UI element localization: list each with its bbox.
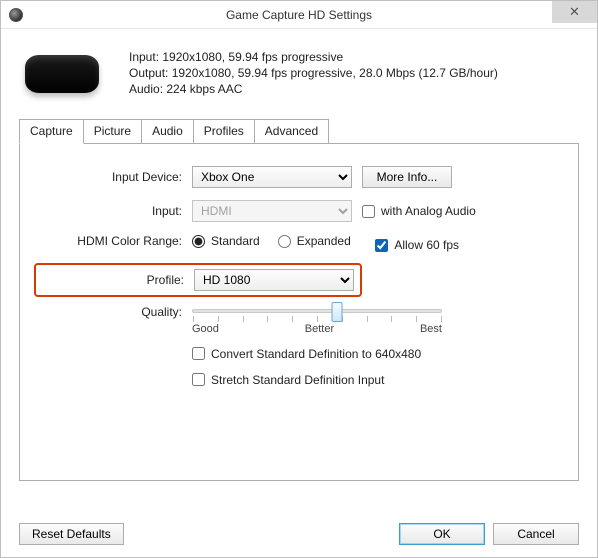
device-summary: Input: 1920x1080, 59.94 fps progressive … — [19, 45, 579, 101]
stretch-sd-checkbox[interactable]: Stretch Standard Definition Input — [192, 373, 384, 387]
convert-sd-label: Convert Standard Definition to 640x480 — [211, 347, 421, 361]
row-color-range: HDMI Color Range: Standard Expanded — [40, 234, 558, 248]
profile-select[interactable]: HD 1080 — [194, 269, 354, 291]
tabs-container: Capture Picture Audio Profiles Advanced … — [19, 119, 579, 511]
content-area: Input: 1920x1080, 59.94 fps progressive … — [1, 29, 597, 557]
label-color-range: HDMI Color Range: — [40, 234, 192, 248]
window-title: Game Capture HD Settings — [1, 8, 597, 22]
convert-sd-input[interactable] — [192, 347, 205, 360]
app-icon — [9, 8, 23, 22]
color-range-expanded[interactable]: Expanded — [278, 234, 351, 248]
color-range-standard[interactable]: Standard — [192, 234, 260, 248]
with-analog-audio-checkbox[interactable]: with Analog Audio — [362, 204, 476, 218]
stretch-sd-input[interactable] — [192, 373, 205, 386]
tabstrip: Capture Picture Audio Profiles Advanced — [19, 119, 579, 144]
row-input: Input: HDMI with Analog Audio — [40, 200, 558, 222]
input-select: HDMI — [192, 200, 352, 222]
radio-expanded[interactable] — [278, 235, 291, 248]
more-info-button[interactable]: More Info... — [362, 166, 452, 188]
with-analog-audio-input[interactable] — [362, 205, 375, 218]
settings-window: Game Capture HD Settings ✕ Input: 1920x1… — [0, 0, 598, 558]
label-profile: Profile: — [36, 273, 194, 287]
label-input-device: Input Device: — [40, 170, 192, 184]
ok-button[interactable]: OK — [399, 523, 485, 545]
stretch-sd-label: Stretch Standard Definition Input — [211, 373, 384, 387]
device-info-lines: Input: 1920x1080, 59.94 fps progressive … — [129, 45, 498, 101]
row-convert-sd: Convert Standard Definition to 640x480 — [40, 347, 558, 361]
quality-ticks — [193, 306, 441, 316]
color-range-radiogroup: Standard Expanded — [192, 234, 351, 248]
cancel-button[interactable]: Cancel — [493, 523, 579, 545]
allow-60fps-label: Allow 60 fps — [394, 238, 459, 252]
info-input-line: Input: 1920x1080, 59.94 fps progressive — [129, 49, 498, 65]
quality-tick-labels: Good Better Best — [192, 323, 442, 335]
device-image — [19, 45, 105, 101]
close-icon: ✕ — [569, 4, 580, 20]
quality-slider[interactable]: Good Better Best — [192, 301, 442, 335]
tab-audio[interactable]: Audio — [141, 119, 194, 144]
quality-track — [192, 309, 442, 313]
allow-60fps-input[interactable] — [375, 239, 388, 252]
row-quality: Quality: — [40, 301, 558, 335]
label-quality: Quality: — [40, 301, 192, 319]
info-audio-line: Audio: 224 kbps AAC — [129, 81, 498, 97]
radio-standard[interactable] — [192, 235, 205, 248]
row-stretch-sd: Stretch Standard Definition Input — [40, 373, 558, 387]
row-input-device: Input Device: Xbox One More Info... — [40, 166, 558, 188]
allow-60fps-checkbox[interactable]: Allow 60 fps — [375, 238, 459, 252]
tab-profiles[interactable]: Profiles — [193, 119, 255, 144]
titlebar: Game Capture HD Settings ✕ — [1, 1, 597, 29]
dialog-footer: Reset Defaults OK Cancel — [19, 511, 579, 545]
capture-panel: Input Device: Xbox One More Info... Inpu… — [19, 143, 579, 481]
info-output-line: Output: 1920x1080, 59.94 fps progressive… — [129, 65, 498, 81]
quality-thumb[interactable] — [331, 302, 342, 322]
tab-capture[interactable]: Capture — [19, 119, 84, 144]
close-button[interactable]: ✕ — [552, 1, 597, 23]
convert-sd-checkbox[interactable]: Convert Standard Definition to 640x480 — [192, 347, 421, 361]
tab-picture[interactable]: Picture — [83, 119, 142, 144]
tab-advanced[interactable]: Advanced — [254, 119, 329, 144]
reset-defaults-button[interactable]: Reset Defaults — [19, 523, 124, 545]
with-analog-audio-label: with Analog Audio — [381, 204, 476, 218]
input-device-select[interactable]: Xbox One — [192, 166, 352, 188]
label-input: Input: — [40, 204, 192, 218]
